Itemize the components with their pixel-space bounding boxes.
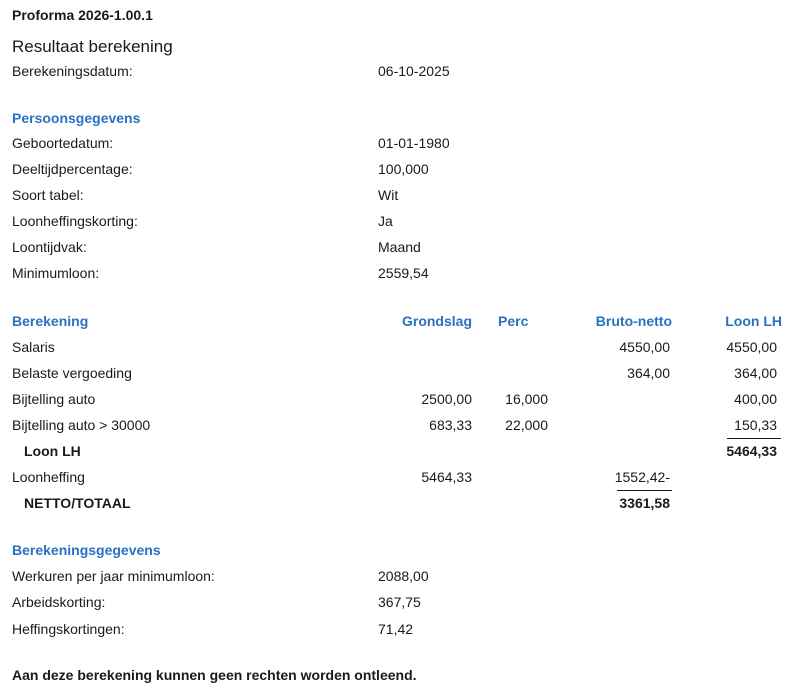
cell-loon-lh: 4550,00 — [726, 339, 777, 355]
tax-credit-value: Ja — [378, 213, 393, 229]
pay-period-label: Loontijdvak: — [12, 239, 87, 255]
work-hours-value: 2088,00 — [378, 568, 429, 584]
labour-credit-label: Arbeidskorting: — [12, 594, 106, 610]
cell-bruto-netto: 4550,00 — [619, 339, 670, 355]
loon-lh-subtotal-divider — [727, 438, 781, 439]
loonheffing-label: Loonheffing — [12, 469, 85, 485]
cell-loon-lh: 400,00 — [734, 391, 777, 407]
column-header-loon-lh: Loon LH — [725, 313, 782, 329]
loon-lh-total-value: 5464,33 — [726, 443, 777, 459]
cell-grondslag: 683,33 — [429, 417, 472, 433]
tax-credits-value: 71,42 — [378, 621, 414, 637]
birthdate-label: Geboortedatum: — [12, 135, 114, 151]
calc-date-value: 06-10-2025 — [378, 63, 450, 79]
tax-credit-label: Loonheffingskorting: — [12, 213, 138, 229]
cell-perc: 16,000 — [505, 391, 548, 407]
row-label-bijtelling-auto-30000: Bijtelling auto > 30000 — [12, 417, 151, 433]
calculation-heading: Berekening — [12, 313, 89, 329]
row-label-belaste-vergoeding: Belaste vergoeding — [12, 365, 132, 381]
loonheffing-bruto-netto: 1552,42- — [614, 469, 670, 485]
netto-totaal-value: 3361,58 — [619, 495, 670, 511]
section-heading-personal: Persoonsgegevens — [12, 110, 141, 126]
minimum-wage-label: Minimumloon: — [12, 265, 100, 281]
table-type-value: Wit — [378, 187, 399, 203]
work-hours-label: Werkuren per jaar minimumloon: — [12, 568, 215, 584]
table-type-label: Soort tabel: — [12, 187, 84, 203]
calc-date-label: Berekeningsdatum: — [12, 63, 133, 79]
netto-totaal-label: NETTO/TOTAAL — [24, 495, 131, 511]
cell-perc: 22,000 — [505, 417, 548, 433]
parttime-value: 100,000 — [378, 161, 429, 177]
page-title: Resultaat berekening — [12, 37, 173, 56]
minimum-wage-value: 2559,54 — [378, 265, 429, 281]
column-header-perc: Perc — [498, 313, 529, 329]
birthdate-value: 01-01-1980 — [378, 135, 450, 151]
pay-period-value: Maand — [378, 239, 421, 255]
loon-lh-total-label: Loon LH — [24, 443, 81, 459]
cell-loon-lh: 364,00 — [734, 365, 777, 381]
labour-credit-value: 367,75 — [378, 594, 421, 610]
tax-credits-label: Heffingskortingen: — [12, 621, 125, 637]
row-label-salaris: Salaris — [12, 339, 55, 355]
cell-loon-lh: 150,33 — [734, 417, 777, 433]
app-title: Proforma 2026-1.00.1 — [12, 7, 153, 23]
cell-bruto-netto: 364,00 — [627, 365, 670, 381]
parttime-label: Deeltijdpercentage: — [12, 161, 133, 177]
column-header-grondslag: Grondslag — [401, 313, 472, 329]
row-label-bijtelling-auto: Bijtelling auto — [12, 391, 96, 407]
disclaimer: Aan deze berekening kunnen geen rechten … — [12, 667, 417, 683]
loonheffing-grondslag: 5464,33 — [421, 469, 472, 485]
netto-divider — [617, 490, 672, 491]
section-heading-calc-data: Berekeningsgegevens — [12, 542, 161, 558]
cell-grondslag: 2500,00 — [421, 391, 472, 407]
column-header-bruto-netto: Bruto-netto — [595, 313, 672, 329]
